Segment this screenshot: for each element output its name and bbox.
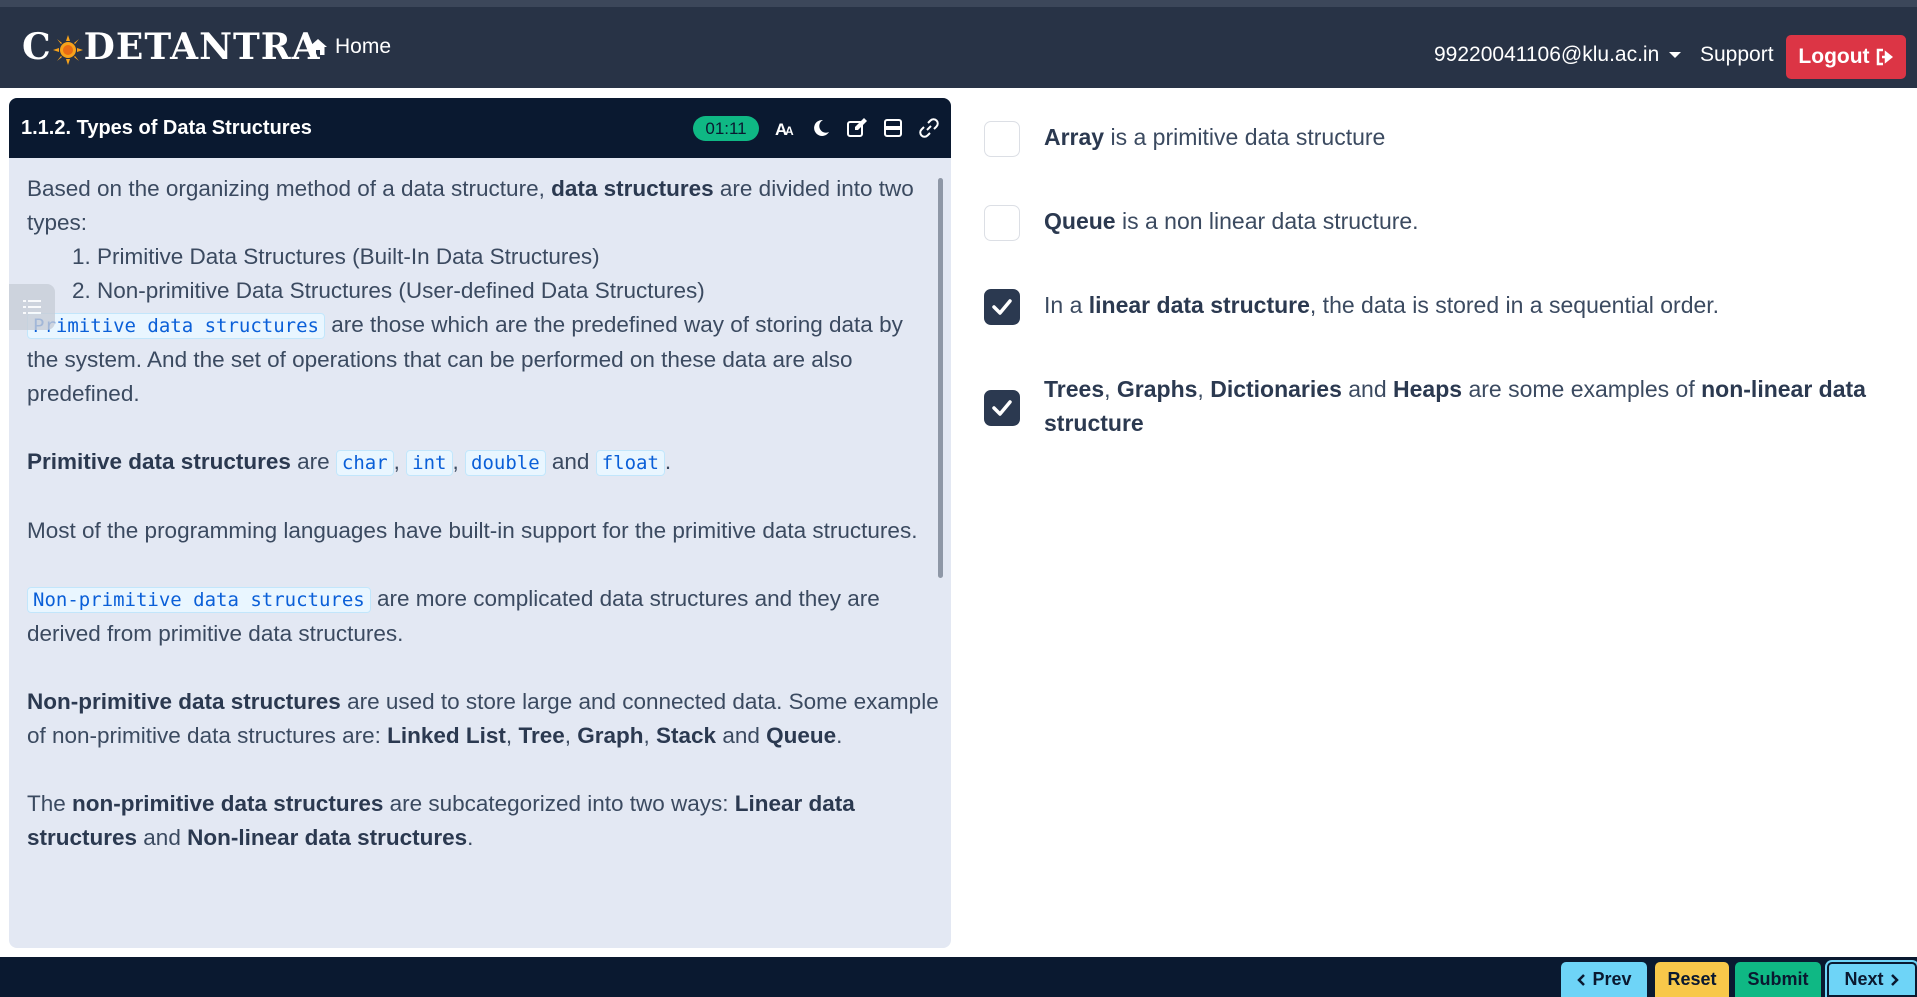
link-icon[interactable] xyxy=(917,116,941,140)
option-checkbox-checked[interactable] xyxy=(984,390,1020,426)
option-checkbox[interactable] xyxy=(984,205,1020,241)
font-size-icon[interactable]: AA xyxy=(773,116,797,140)
chevron-right-icon xyxy=(1890,973,1899,986)
chevron-down-icon xyxy=(1669,52,1682,58)
edit-icon[interactable] xyxy=(845,116,869,140)
brand-text-start: C xyxy=(22,26,52,68)
lesson-panel: 1.1.2. Types of Data Structures 01:11 AA… xyxy=(9,98,951,948)
option-text: Array is a primitive data structure xyxy=(1044,124,1386,150)
home-icon xyxy=(309,39,327,55)
intro-paragraph: Based on the organizing method of a data… xyxy=(27,176,914,235)
prev-button[interactable]: Prev xyxy=(1561,962,1647,997)
support-link[interactable]: Support xyxy=(1700,43,1774,67)
check-icon xyxy=(992,299,1012,315)
non-primitive-paragraph: Non-primitive data structures are more c… xyxy=(27,586,880,646)
code-term: char xyxy=(335,450,394,476)
lesson-header: 1.1.2. Types of Data Structures 01:11 AA xyxy=(9,98,951,158)
submit-button[interactable]: Submit xyxy=(1735,962,1821,997)
layout-icon[interactable] xyxy=(881,116,905,140)
lesson-title: 1.1.2. Types of Data Structures xyxy=(21,117,312,139)
option-text: Trees, Graphs, Dictionaries and Heaps ar… xyxy=(1044,376,1866,436)
option-text: In a linear data structure, the data is … xyxy=(1044,292,1720,318)
next-button[interactable]: Next xyxy=(1827,962,1917,997)
content-scrollbar[interactable] xyxy=(938,178,943,578)
check-icon xyxy=(992,400,1012,416)
reset-button[interactable]: Reset xyxy=(1655,962,1729,997)
user-email: 99220041106@klu.ac.in xyxy=(1434,43,1660,66)
code-term: double xyxy=(465,450,546,476)
chevron-left-icon xyxy=(1577,973,1586,986)
logout-button[interactable]: Logout xyxy=(1786,35,1906,79)
code-term: float xyxy=(595,450,665,476)
home-link[interactable]: Home xyxy=(308,35,391,59)
brand-text-end: DETANTRA xyxy=(83,26,321,68)
sidebar-toggle-button[interactable] xyxy=(9,284,55,330)
user-dropdown[interactable]: 99220041106@klu.ac.in xyxy=(1434,43,1682,67)
top-navbar: C DETANTRA Home 99220041106@klu.ac.in Su… xyxy=(0,0,1917,88)
sign-out-icon xyxy=(1876,48,1893,66)
code-term: Primitive data structures xyxy=(27,313,325,339)
primitive-paragraph: Primitive data structures are those whic… xyxy=(27,312,903,406)
timer-badge: 01:11 xyxy=(693,116,759,141)
option-text: Queue is a non linear data structure. xyxy=(1044,208,1419,234)
option-checkbox-checked[interactable] xyxy=(984,289,1020,325)
dark-mode-icon[interactable] xyxy=(809,116,833,140)
home-label: Home xyxy=(335,35,392,58)
list-icon xyxy=(23,300,41,314)
svg-text:A: A xyxy=(785,124,794,138)
logout-label: Logout xyxy=(1798,45,1870,68)
builtin-paragraph: Most of the programming languages have b… xyxy=(27,518,918,543)
codetantra-logo[interactable]: C DETANTRA xyxy=(22,25,321,69)
code-term: int xyxy=(406,450,453,476)
primitive-types-paragraph: Primitive data structures are char, int,… xyxy=(27,449,672,476)
sun-logo-icon xyxy=(52,32,83,65)
list-item: 1. Primitive Data Structures (Built-In D… xyxy=(72,244,600,269)
code-term: Non-primitive data structures xyxy=(27,587,371,613)
non-primitive-examples-paragraph: Non-primitive data structures are used t… xyxy=(27,689,939,748)
option-checkbox[interactable] xyxy=(984,121,1020,157)
subcategories-paragraph: The non-primitive data structures are su… xyxy=(27,791,855,850)
list-item: 2. Non-primitive Data Structures (User-d… xyxy=(72,278,705,303)
lesson-content: Based on the organizing method of a data… xyxy=(27,172,939,889)
types-list: 1. Primitive Data Structures (Built-In D… xyxy=(27,240,939,308)
